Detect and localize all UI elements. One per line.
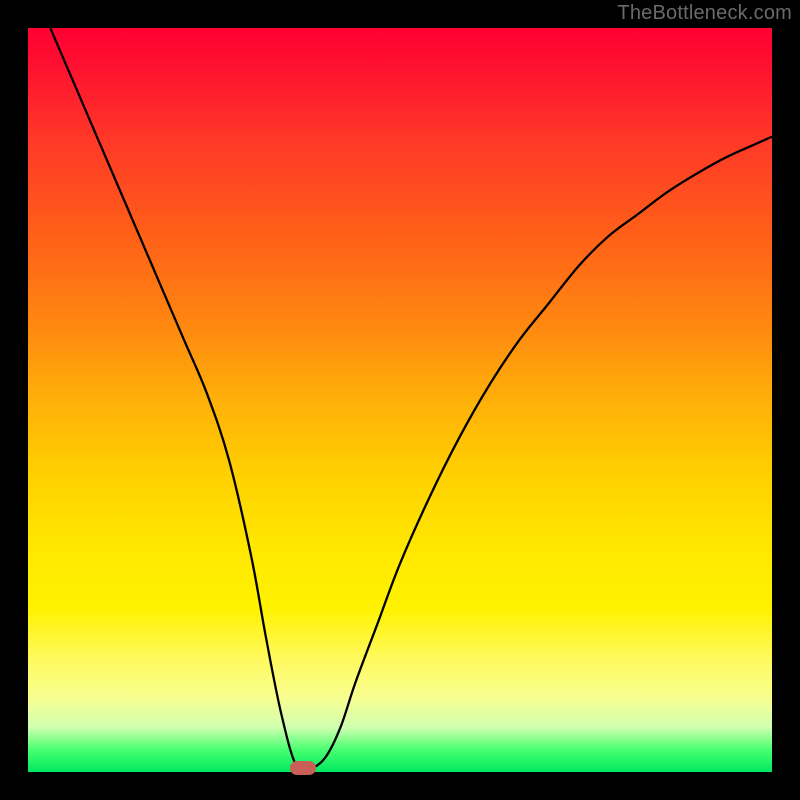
plot-area bbox=[28, 28, 772, 772]
watermark-text: TheBottleneck.com bbox=[617, 2, 792, 25]
curve-svg bbox=[28, 28, 772, 772]
bottleneck-curve bbox=[50, 28, 772, 770]
optimal-point-marker bbox=[290, 761, 316, 775]
